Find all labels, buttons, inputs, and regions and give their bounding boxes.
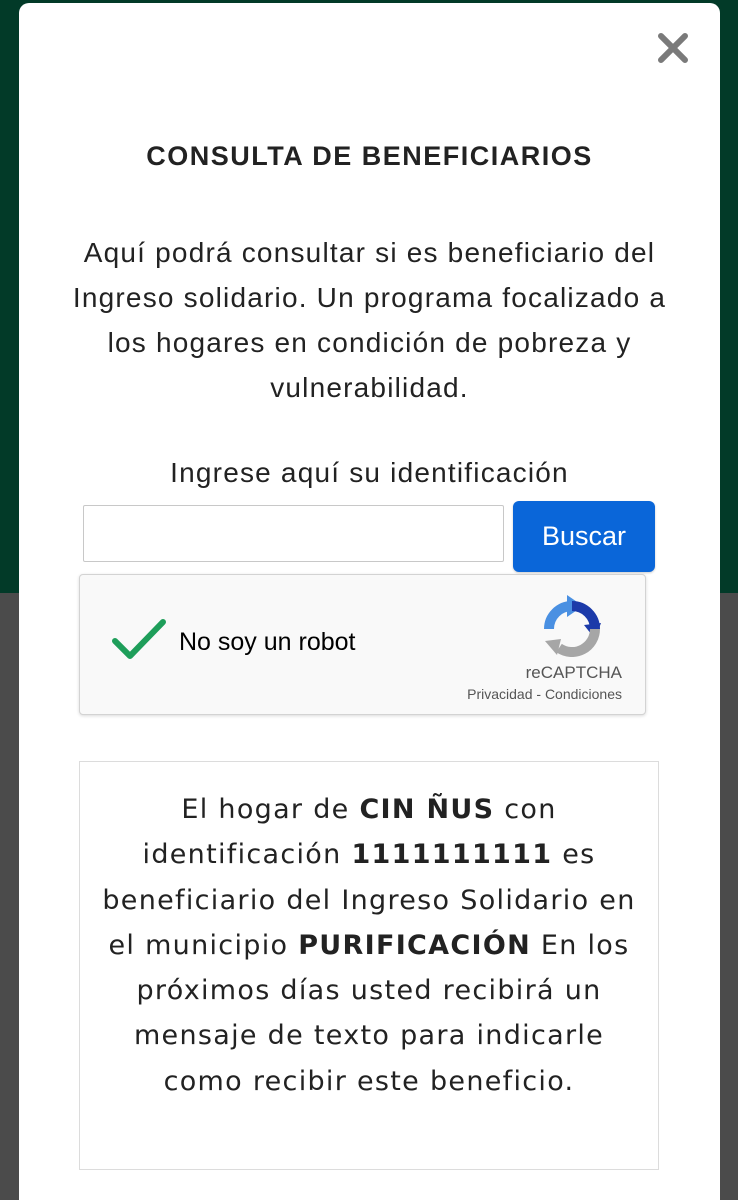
beneficiary-id: 1111111111 (351, 839, 553, 871)
terms-link[interactable]: Condiciones (545, 686, 622, 702)
result-box: El hogar de CIN ÑUS con identificación 1… (79, 761, 659, 1170)
recaptcha-widget: No soy un robot reCAPTCHA Privacidad - C… (79, 574, 646, 715)
close-button[interactable] (656, 31, 690, 65)
modal-title: CONSULTA DE BENEFICIARIOS (146, 141, 593, 171)
result-message: El hogar de CIN ÑUS con identificación 1… (100, 787, 638, 1104)
id-input[interactable] (83, 505, 504, 562)
recaptcha-checkbox[interactable] (111, 617, 167, 663)
id-label: Ingrese aquí su identificación (170, 457, 569, 488)
close-icon (658, 33, 688, 63)
link-separator: - (532, 686, 545, 702)
checkmark-icon (112, 619, 166, 659)
beneficiary-modal: CONSULTA DE BENEFICIARIOS Aquí podrá con… (19, 3, 720, 1200)
result-text-part: El hogar de (181, 794, 360, 825)
recaptcha-brand: reCAPTCHA (525, 663, 622, 682)
municipality-name: PURIFICACIÓN (298, 929, 531, 961)
search-button[interactable]: Buscar (513, 501, 655, 572)
recaptcha-label: No soy un robot (179, 628, 356, 656)
privacy-link[interactable]: Privacidad (467, 686, 532, 702)
recaptcha-logo-icon (539, 595, 605, 657)
beneficiary-name: CIN ÑUS (359, 794, 495, 825)
intro-text: Aquí podrá consultar si es beneficiario … (72, 237, 667, 403)
recaptcha-links: Privacidad - Condiciones (420, 686, 622, 702)
